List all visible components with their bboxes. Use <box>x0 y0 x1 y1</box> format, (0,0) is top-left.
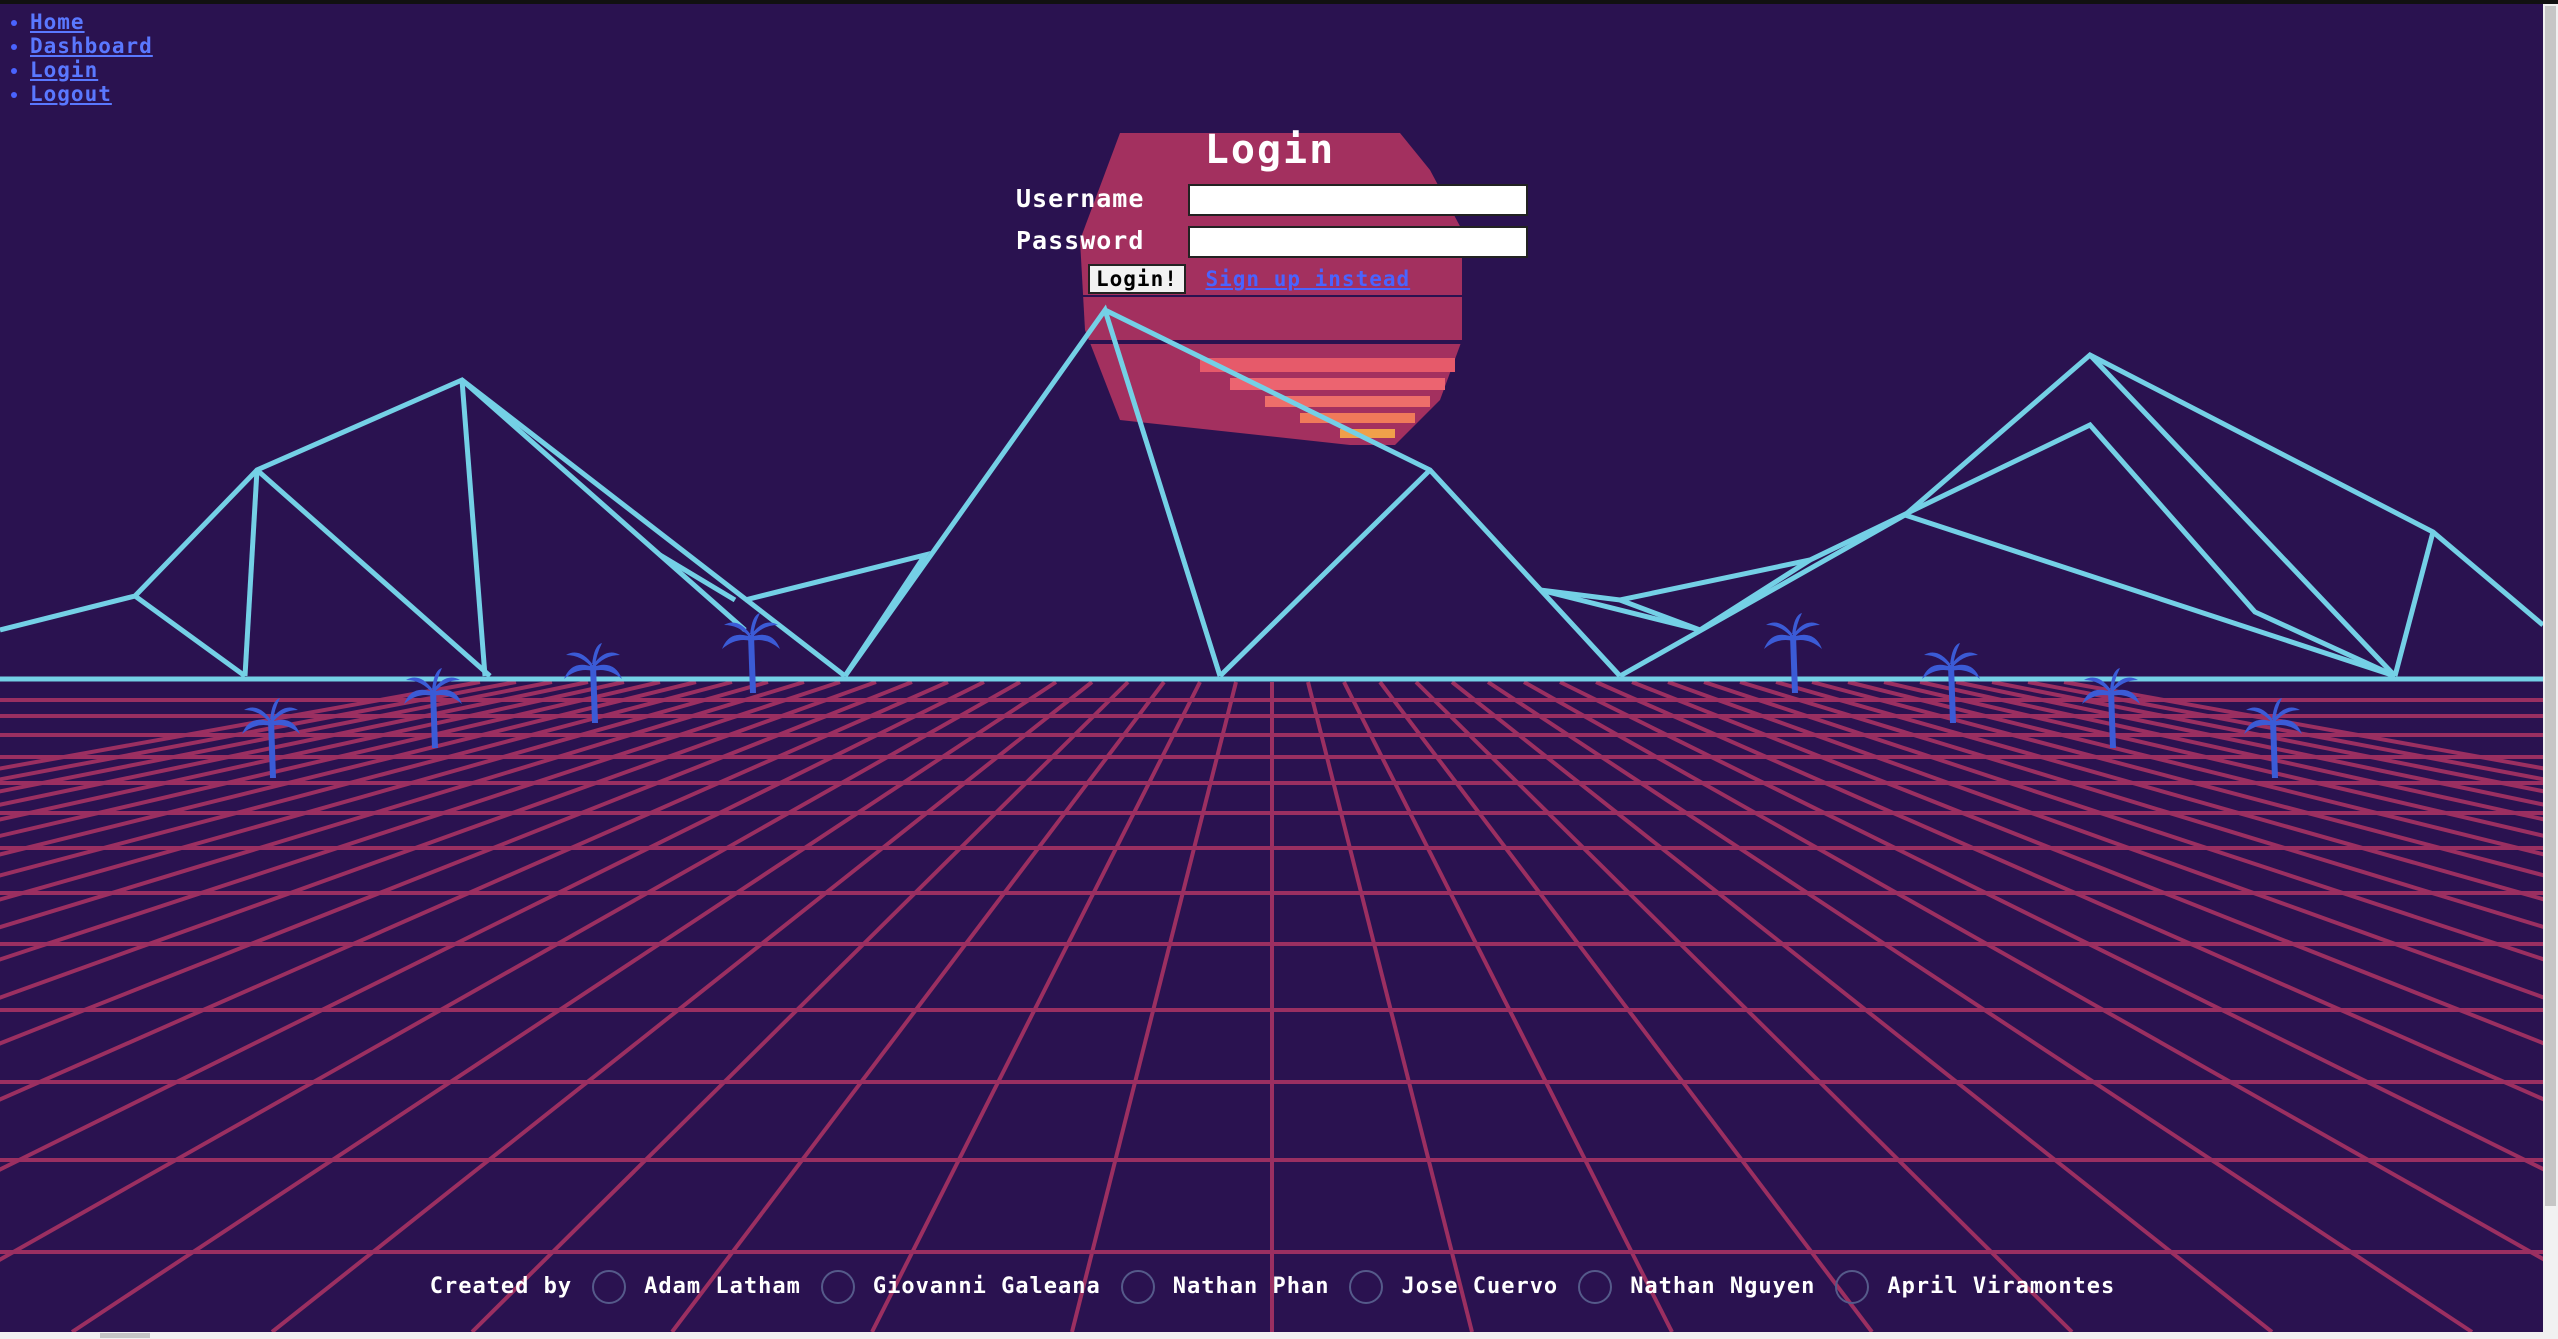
avatar[interactable] <box>1349 1270 1384 1304</box>
main-nav: Home Dashboard Login Logout <box>14 10 153 106</box>
login-actions: Login! Sign up instead <box>1088 264 1410 294</box>
avatar[interactable] <box>1120 1270 1155 1304</box>
creator-name: Nathan Phan <box>1172 1274 1330 1299</box>
password-label: Password <box>1016 226 1145 255</box>
username-label: Username <box>1016 184 1145 213</box>
nav-link-login[interactable]: Login <box>30 58 98 82</box>
creator-name: Nathan Nguyen <box>1630 1274 1816 1299</box>
horizontal-scrollbar-thumb[interactable] <box>100 1333 150 1338</box>
nav-link-logout[interactable]: Logout <box>30 82 112 106</box>
creator-name: Jose Cuervo <box>1401 1274 1559 1299</box>
nav-item-logout: Logout <box>30 82 153 106</box>
footer-credits: Created by Adam Latham Giovanni Galeana Nat… <box>0 1270 2545 1304</box>
nav-item-dashboard: Dashboard <box>30 34 153 58</box>
horizontal-scrollbar[interactable] <box>0 1332 2543 1339</box>
nav-link-dashboard[interactable]: Dashboard <box>30 34 153 58</box>
avatar[interactable] <box>592 1270 627 1304</box>
nav-link-home[interactable]: Home <box>30 10 85 34</box>
nav-item-home: Home <box>30 10 153 34</box>
perspective-grid <box>0 680 2543 1332</box>
footer-prefix: Created by <box>429 1274 573 1299</box>
username-input[interactable] <box>1188 184 1528 216</box>
creator-name: Adam Latham <box>644 1274 801 1299</box>
login-title: Login <box>1204 127 1336 173</box>
avatar[interactable] <box>1578 1270 1613 1304</box>
avatar[interactable] <box>820 1270 855 1304</box>
password-input[interactable] <box>1188 226 1528 258</box>
vertical-scrollbar-thumb[interactable] <box>2545 6 2556 1206</box>
nav-item-login: Login <box>30 58 153 82</box>
avatar[interactable] <box>1835 1270 1870 1304</box>
creator-name: Giovanni Galeana <box>872 1274 1101 1299</box>
login-form: Login Username Password Login! Sign up i… <box>1000 127 1540 294</box>
creator-name: April Viramontes <box>1887 1274 2116 1299</box>
login-submit-button[interactable]: Login! <box>1088 264 1186 294</box>
signup-link[interactable]: Sign up instead <box>1206 267 1411 291</box>
